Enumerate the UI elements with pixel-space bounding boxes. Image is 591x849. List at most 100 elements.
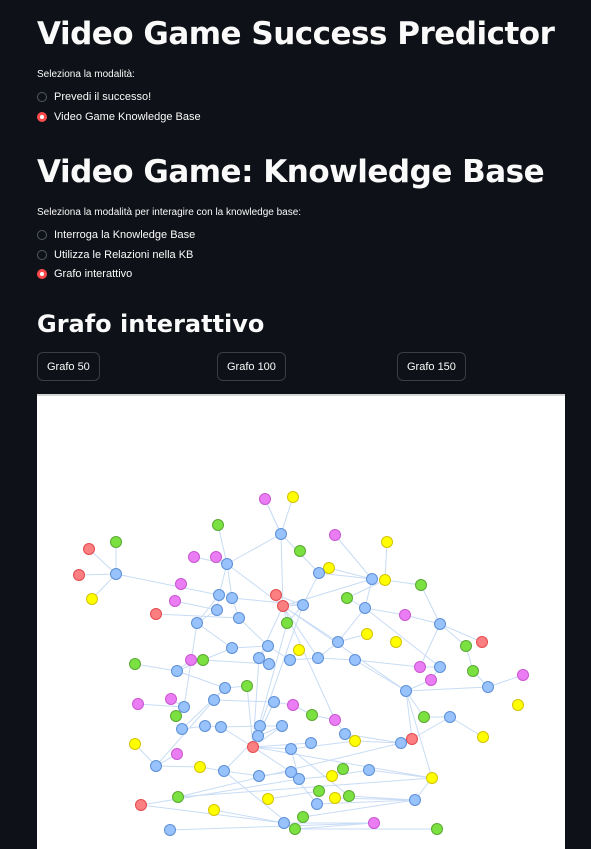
graph-node[interactable] <box>210 551 222 563</box>
graph-node[interactable] <box>129 658 141 670</box>
graph-node[interactable] <box>460 640 472 652</box>
graph-node[interactable] <box>247 741 259 753</box>
graph-node[interactable] <box>208 694 220 706</box>
graph-node[interactable] <box>169 595 181 607</box>
graph-node[interactable] <box>297 599 309 611</box>
graph-node[interactable] <box>287 491 299 503</box>
graph-node[interactable] <box>431 823 443 835</box>
graph-node[interactable] <box>262 640 274 652</box>
graph-node[interactable] <box>313 785 325 797</box>
graph-node[interactable] <box>477 731 489 743</box>
graph-node[interactable] <box>191 617 203 629</box>
graph-node[interactable] <box>418 711 430 723</box>
graph-node[interactable] <box>287 699 299 711</box>
radio-prevedi-successo[interactable]: Prevedi il successo! <box>37 89 151 105</box>
graph-node[interactable] <box>129 738 141 750</box>
graph-node[interactable] <box>400 685 412 697</box>
graph-node[interactable] <box>390 636 402 648</box>
graph-node[interactable] <box>305 737 317 749</box>
graph-node[interactable] <box>110 568 122 580</box>
graph-node[interactable] <box>366 573 378 585</box>
graph-node[interactable] <box>197 654 209 666</box>
graph-node[interactable] <box>253 770 265 782</box>
graph-node[interactable] <box>252 730 264 742</box>
graph-node[interactable] <box>415 579 427 591</box>
radio-interroga-kb[interactable]: Interroga la Knowledge Base <box>37 227 195 243</box>
graph-node[interactable] <box>409 794 421 806</box>
graph-node[interactable] <box>293 773 305 785</box>
graph-node[interactable] <box>306 709 318 721</box>
graph-node[interactable] <box>172 791 184 803</box>
graph-node[interactable] <box>332 636 344 648</box>
graph-node[interactable] <box>219 682 231 694</box>
graph-node[interactable] <box>226 592 238 604</box>
graph-node[interactable] <box>289 823 301 835</box>
graph-node[interactable] <box>426 772 438 784</box>
graph-node[interactable] <box>150 608 162 620</box>
graph-node[interactable] <box>359 602 371 614</box>
graph-node[interactable] <box>363 764 375 776</box>
graph-node[interactable] <box>343 790 355 802</box>
graph-node[interactable] <box>208 804 220 816</box>
graph-node[interactable] <box>326 770 338 782</box>
graph-node[interactable] <box>171 748 183 760</box>
graph-node[interactable] <box>132 698 144 710</box>
grafo-50-button[interactable]: Grafo 50 <box>37 352 100 381</box>
graph-node[interactable] <box>312 652 324 664</box>
graph-node[interactable] <box>164 824 176 836</box>
graph-node[interactable] <box>361 628 373 640</box>
graph-node[interactable] <box>218 765 230 777</box>
graph-node[interactable] <box>294 545 306 557</box>
graph-node[interactable] <box>226 642 238 654</box>
graph-node[interactable] <box>73 569 85 581</box>
graph-node[interactable] <box>406 733 418 745</box>
graph-node[interactable] <box>275 528 287 540</box>
graph-node[interactable] <box>253 652 265 664</box>
graph-node[interactable] <box>311 798 323 810</box>
graph-node[interactable] <box>368 817 380 829</box>
graph-node[interactable] <box>329 529 341 541</box>
grafo-100-button[interactable]: Grafo 100 <box>217 352 286 381</box>
graph-node[interactable] <box>414 661 426 673</box>
graph-node[interactable] <box>281 617 293 629</box>
graph-node[interactable] <box>277 600 289 612</box>
graph-node[interactable] <box>313 567 325 579</box>
graph-node[interactable] <box>337 763 349 775</box>
grafo-150-button[interactable]: Grafo 150 <box>397 352 466 381</box>
graph-node[interactable] <box>293 644 305 656</box>
graph-node[interactable] <box>221 558 233 570</box>
graph-node[interactable] <box>188 551 200 563</box>
graph-node[interactable] <box>284 654 296 666</box>
graph-node[interactable] <box>379 574 391 586</box>
graph-node[interactable] <box>110 536 122 548</box>
graph-node[interactable] <box>285 743 297 755</box>
graph-node[interactable] <box>467 665 479 677</box>
knowledge-graph[interactable] <box>37 396 565 849</box>
graph-node[interactable] <box>329 714 341 726</box>
graph-node[interactable] <box>444 711 456 723</box>
graph-node[interactable] <box>86 593 98 605</box>
graph-node[interactable] <box>482 681 494 693</box>
graph-node[interactable] <box>150 760 162 772</box>
graph-node[interactable] <box>199 720 211 732</box>
graph-node[interactable] <box>254 720 266 732</box>
graph-node[interactable] <box>171 665 183 677</box>
graph-node[interactable] <box>323 562 335 574</box>
graph-node[interactable] <box>297 811 309 823</box>
radio-grafo-interattivo[interactable]: Grafo interattivo <box>37 266 132 282</box>
graph-node[interactable] <box>268 696 280 708</box>
graph-node[interactable] <box>434 661 446 673</box>
graph-node[interactable] <box>241 680 253 692</box>
graph-node[interactable] <box>278 817 290 829</box>
graph-node[interactable] <box>395 737 407 749</box>
graph-node[interactable] <box>349 735 361 747</box>
graph-node[interactable] <box>339 728 351 740</box>
interactive-graph-canvas[interactable] <box>37 394 565 849</box>
graph-node[interactable] <box>83 543 95 555</box>
graph-node[interactable] <box>175 578 187 590</box>
graph-node[interactable] <box>276 720 288 732</box>
graph-node[interactable] <box>170 710 182 722</box>
graph-node[interactable] <box>434 618 446 630</box>
graph-node[interactable] <box>476 636 488 648</box>
radio-knowledge-base[interactable]: Video Game Knowledge Base <box>37 109 201 125</box>
